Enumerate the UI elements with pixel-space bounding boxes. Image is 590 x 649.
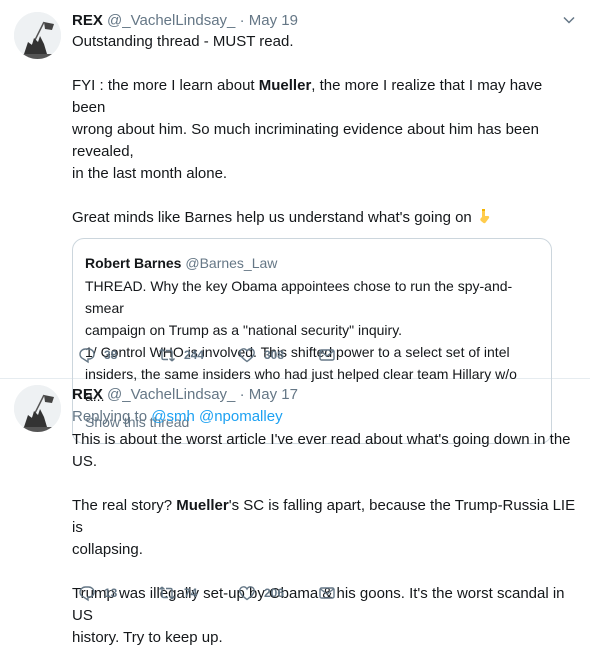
like-button[interactable]: 308 xyxy=(238,346,318,364)
reply-icon xyxy=(79,348,95,364)
retweet-count: 74 xyxy=(184,586,198,600)
display-name[interactable]: REX xyxy=(72,386,103,403)
like-count: 206 xyxy=(264,586,285,600)
direct-message-button[interactable] xyxy=(318,584,398,602)
like-count: 308 xyxy=(264,348,285,362)
reply-count: 13 xyxy=(104,586,118,600)
mention-link[interactable]: @npomalley xyxy=(199,408,283,425)
chevron-down-icon[interactable] xyxy=(562,13,576,27)
tweet[interactable]: REX @_VachelLindsay_ · May 19 Outstandin… xyxy=(0,0,590,444)
avatar[interactable] xyxy=(14,385,61,432)
retweet-count: 244 xyxy=(184,348,205,362)
reply-count: 38 xyxy=(104,348,118,362)
retweet-icon xyxy=(159,348,175,362)
avatar-image xyxy=(14,385,61,432)
mention-link[interactable]: @smh xyxy=(151,408,195,425)
tweet-header: REX @_VachelLindsay_ · May 19 xyxy=(72,11,576,31)
tweet-date[interactable]: May 17 xyxy=(249,386,298,403)
point-down-emoji-icon xyxy=(480,209,489,224)
like-button[interactable]: 206 xyxy=(238,584,318,602)
heart-icon xyxy=(239,348,255,363)
tweet-actions: 38 244 308 xyxy=(78,346,398,364)
avatar[interactable] xyxy=(14,12,61,59)
avatar-image xyxy=(14,12,61,59)
envelope-icon xyxy=(319,587,335,599)
reply-button[interactable]: 13 xyxy=(78,584,158,602)
tweet[interactable]: REX @_VachelLindsay_ · May 17 Replying t… xyxy=(0,378,590,646)
tweet-date[interactable]: May 19 xyxy=(249,12,298,29)
heart-icon xyxy=(239,586,255,601)
retweet-icon xyxy=(159,586,175,600)
user-handle[interactable]: @_VachelLindsay_ xyxy=(107,12,235,29)
retweet-button[interactable]: 244 xyxy=(158,346,238,364)
separator-dot: · xyxy=(239,12,245,29)
direct-message-button[interactable] xyxy=(318,346,398,364)
user-handle[interactable]: @_VachelLindsay_ xyxy=(107,386,235,403)
tweet-text: Outstanding thread - MUST read. FYI : th… xyxy=(72,33,543,226)
reply-button[interactable]: 38 xyxy=(78,346,158,364)
retweet-button[interactable]: 74 xyxy=(158,584,238,602)
tweet-actions: 13 74 206 xyxy=(78,584,398,602)
envelope-icon xyxy=(319,349,335,361)
replying-to: Replying to @smh @npomalley xyxy=(72,408,283,425)
tweet-header: REX @_VachelLindsay_ · May 17 xyxy=(72,385,576,405)
quoted-display-name: Robert Barnes xyxy=(85,255,182,271)
display-name[interactable]: REX xyxy=(72,12,103,29)
quoted-user-handle: @Barnes_Law xyxy=(185,255,278,271)
reply-icon xyxy=(79,586,95,602)
separator-dot: · xyxy=(239,386,245,403)
tweet-text: This is about the worst article I've eve… xyxy=(72,431,576,646)
